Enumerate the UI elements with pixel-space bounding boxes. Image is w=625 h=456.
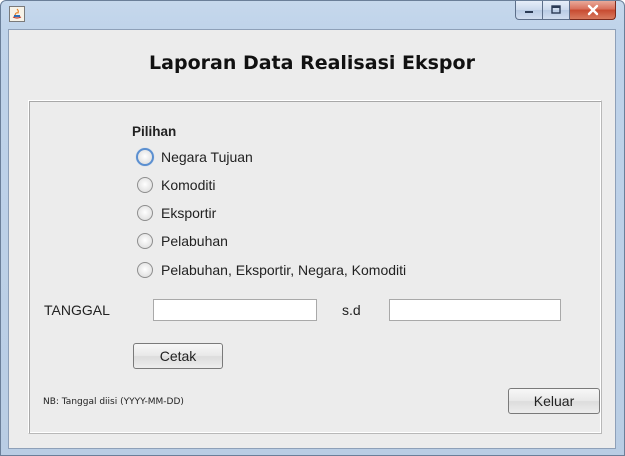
window-controls (515, 1, 616, 21)
radio-button[interactable] (137, 262, 153, 278)
maximize-icon (551, 5, 561, 14)
radio-option-eksportir[interactable]: Eksportir (137, 205, 216, 221)
close-button[interactable] (570, 1, 616, 20)
date-label: TANGGAL (44, 302, 110, 318)
radio-label: Eksportir (161, 205, 217, 221)
title-bar[interactable] (1, 1, 624, 29)
date-format-note: NB: Tanggal diisi (YYYY-MM-DD) (43, 397, 184, 407)
radio-option-pelabuhan[interactable]: Pelabuhan (137, 233, 228, 249)
radio-button[interactable] (137, 177, 153, 193)
radio-label: Pelabuhan, Eksportir, Negara, Komoditi (161, 262, 407, 278)
radio-option-komoditi[interactable]: Komoditi (137, 177, 215, 193)
exit-button[interactable]: Keluar (508, 388, 600, 414)
radio-label: Komoditi (161, 177, 216, 193)
radio-option-negara-tujuan[interactable]: Negara Tujuan (136, 148, 253, 166)
application-window: Laporan Data Realisasi Ekspor Pilihan Ne… (0, 0, 625, 456)
minimize-icon (525, 11, 533, 13)
radio-button[interactable] (137, 233, 153, 249)
radio-button[interactable] (136, 148, 154, 166)
window-content: Laporan Data Realisasi Ekspor Pilihan Ne… (8, 29, 616, 449)
options-title: Pilihan (132, 124, 177, 139)
date-separator: s.d (342, 302, 361, 318)
radio-option-all-combined[interactable]: Pelabuhan, Eksportir, Negara, Komoditi (137, 262, 406, 278)
page-title: Laporan Data Realisasi Ekspor (149, 52, 475, 74)
radio-button[interactable] (137, 205, 153, 221)
print-button[interactable]: Cetak (133, 343, 223, 369)
java-app-icon[interactable] (9, 6, 25, 22)
maximize-button[interactable] (543, 1, 570, 20)
radio-label: Negara Tujuan (161, 149, 253, 165)
radio-label: Pelabuhan (161, 233, 228, 249)
date-from-input[interactable] (153, 299, 317, 321)
date-to-input[interactable] (389, 299, 561, 321)
close-icon (587, 4, 598, 16)
minimize-button[interactable] (515, 1, 543, 20)
